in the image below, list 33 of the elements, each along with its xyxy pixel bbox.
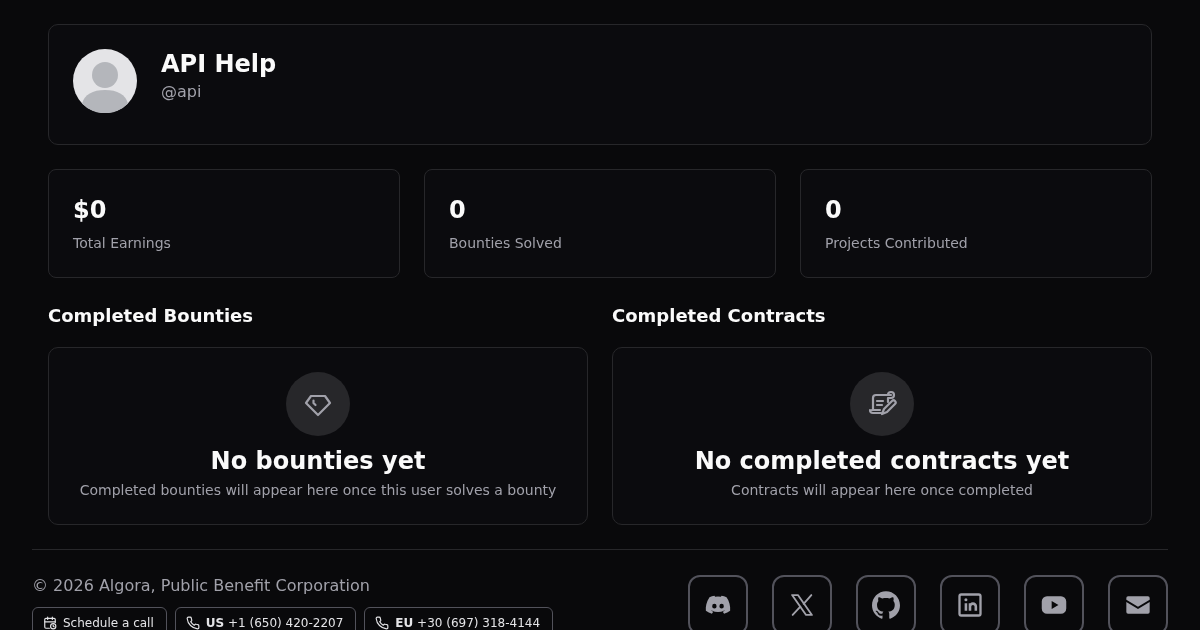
profile-handle: @api: [161, 81, 203, 103]
social-link[interactable]: [940, 575, 1000, 630]
section-heading: Completed Bounties: [48, 304, 254, 328]
social-link[interactable]: [772, 575, 832, 630]
github-icon: [872, 591, 900, 619]
schedule-call-button[interactable]: Schedule a call: [32, 607, 167, 630]
social-link[interactable]: [856, 575, 916, 630]
avatar-icon: [73, 49, 137, 113]
contract-icon: [850, 372, 914, 436]
stat-value: 0: [449, 195, 467, 226]
stat-label: Total Earnings: [73, 234, 172, 253]
linkedin-icon: [956, 591, 984, 619]
empty-state-text: Completed bounties will appear here once this user solves a bounty: [79, 481, 557, 500]
profile-name: API Help: [161, 49, 277, 80]
empty-state-text: Contracts will appear here once completed: [731, 481, 1033, 500]
phone-icon: [185, 616, 200, 630]
empty-state-title: No completed contracts yet: [694, 446, 1070, 477]
section-heading: Completed Contracts: [612, 304, 827, 328]
phone-link[interactable]: EU +30 (697) 318-4144: [364, 607, 554, 630]
stat-value: 0: [825, 195, 843, 226]
social-link[interactable]: [1024, 575, 1084, 630]
x-logo-icon: [788, 591, 816, 619]
phone-link[interactable]: US +1 (650) 420-2207: [174, 607, 357, 630]
gem-icon: [286, 372, 350, 436]
stat-label: Bounties Solved: [449, 234, 563, 253]
calendar-icon: [43, 616, 57, 630]
stat-label: Projects Contributed: [825, 234, 969, 253]
stat-value: $0: [73, 195, 108, 226]
social-link[interactable]: [1108, 575, 1168, 630]
phone-icon: [375, 616, 390, 630]
empty-state-title: No bounties yet: [210, 446, 426, 477]
social-link[interactable]: [688, 575, 748, 630]
copyright-text: © 2026 Algora, Public Benefit Corporation: [32, 575, 371, 597]
